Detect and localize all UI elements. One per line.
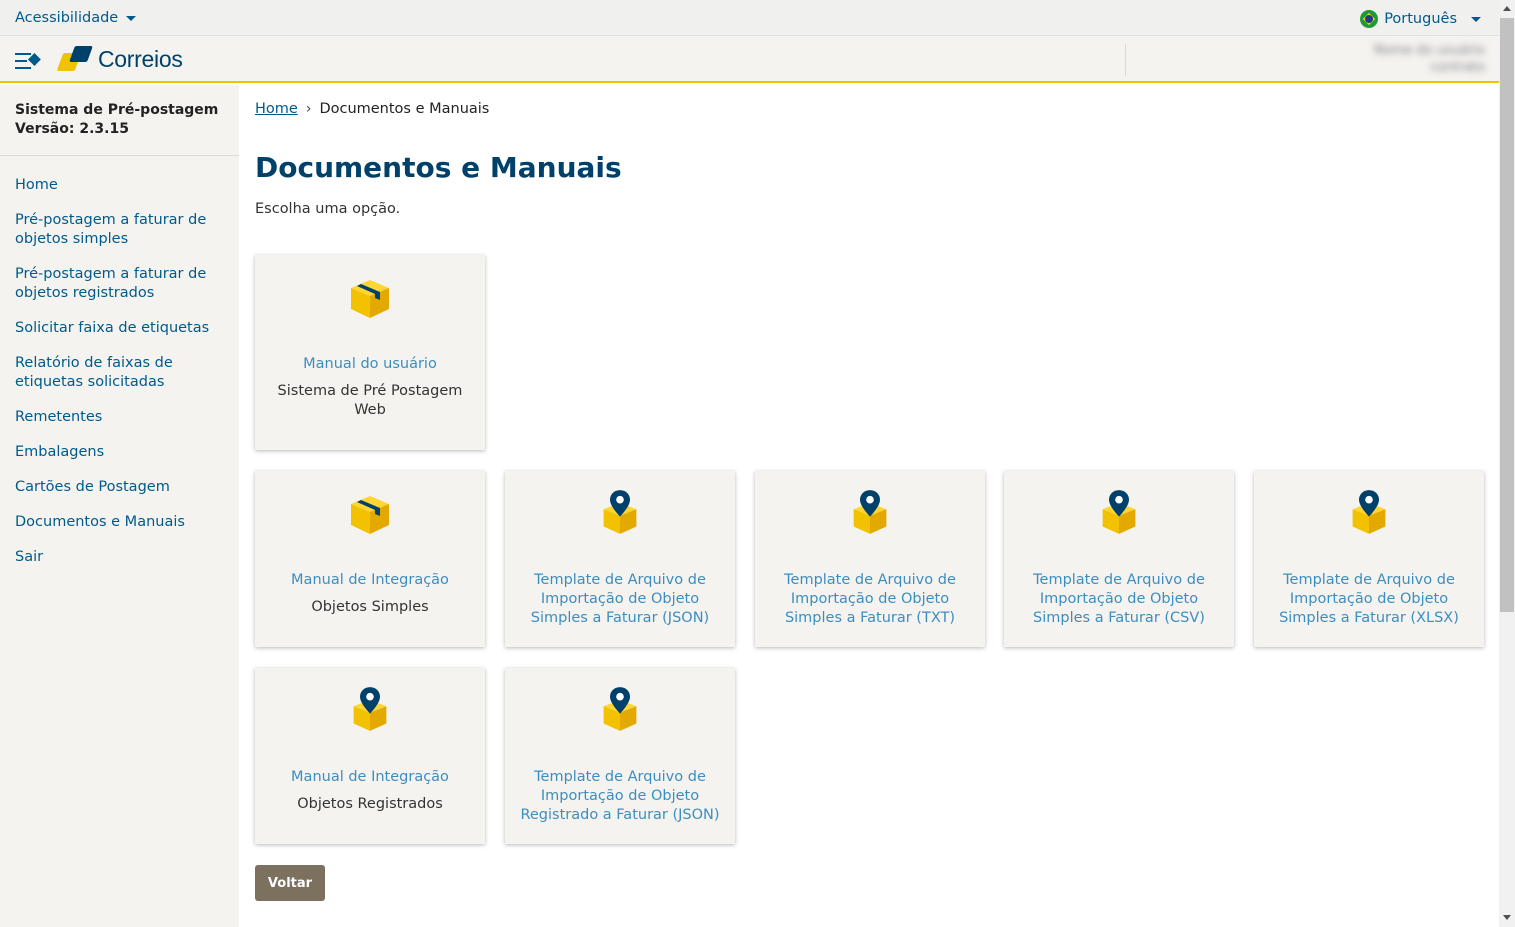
scroll-down-icon[interactable] bbox=[1503, 915, 1511, 920]
card-description: Objetos Simples bbox=[311, 599, 429, 615]
user-contract: contrato bbox=[1430, 60, 1485, 75]
box-icon bbox=[348, 276, 392, 320]
card-description: Sistema de Pré Postagem Web bbox=[277, 383, 463, 418]
box-icon bbox=[348, 492, 392, 536]
correios-logo-icon bbox=[56, 45, 94, 73]
location-box-icon bbox=[600, 488, 640, 536]
card-manual-integracao-registrados[interactable]: Manual de Integração Objetos Registrados bbox=[255, 668, 485, 844]
location-box-icon bbox=[1099, 488, 1139, 536]
chevron-down-icon bbox=[126, 15, 137, 21]
page-subtitle: Escolha uma opção. bbox=[255, 201, 401, 217]
scrollbar-thumb[interactable] bbox=[1500, 18, 1514, 612]
breadcrumb-current: Documentos e Manuais bbox=[319, 101, 490, 117]
sidebar-item-home[interactable]: Home bbox=[0, 176, 239, 195]
card-manual-integracao-simples[interactable]: Manual de Integração Objetos Simples bbox=[255, 471, 485, 647]
location-box-icon bbox=[1349, 488, 1389, 536]
card-title: Manual de Integração bbox=[291, 769, 449, 785]
sidebar-item-documentos[interactable]: Documentos e Manuais bbox=[0, 513, 239, 532]
card-title: Template de Arquivo de Importação de Obj… bbox=[530, 572, 710, 626]
breadcrumb-home-link[interactable]: Home bbox=[255, 101, 298, 117]
sidebar-item-pre-postagem-registrados[interactable]: Pré-postagem a faturar de objetos regist… bbox=[0, 265, 239, 303]
card-title: Template de Arquivo de Importação de Obj… bbox=[520, 769, 720, 823]
sidebar-item-pre-postagem-simples[interactable]: Pré-postagem a faturar de objetos simple… bbox=[0, 211, 239, 249]
card-template-simples-json[interactable]: Template de Arquivo de Importação de Obj… bbox=[505, 471, 735, 647]
system-name: Sistema de Pré-postagem bbox=[15, 102, 219, 118]
card-title: Template de Arquivo de Importação de Obj… bbox=[1033, 572, 1205, 626]
user-name: Nome do usuário bbox=[1374, 43, 1485, 58]
card-template-registrado-json[interactable]: Template de Arquivo de Importação de Obj… bbox=[505, 668, 735, 844]
header-divider bbox=[1125, 44, 1126, 76]
sidebar-nav: Home Pré-postagem a faturar de objetos s… bbox=[0, 156, 239, 567]
card-template-simples-xlsx[interactable]: Template de Arquivo de Importação de Obj… bbox=[1254, 471, 1484, 647]
sidebar-item-relatorio-faixas[interactable]: Relatório de faixas de etiquetas solicit… bbox=[0, 354, 239, 392]
location-box-icon bbox=[350, 685, 390, 733]
correios-logo[interactable]: Correios bbox=[56, 45, 183, 73]
chevron-down-icon bbox=[1471, 16, 1481, 22]
language-dropdown[interactable]: Português bbox=[1360, 10, 1481, 28]
card-template-simples-csv[interactable]: Template de Arquivo de Importação de Obj… bbox=[1004, 471, 1234, 647]
app-header: Correios Nome do usuário contrato bbox=[0, 36, 1499, 83]
card-manual-usuario[interactable]: Manual do usuário Sistema de Pré Postage… bbox=[255, 255, 485, 450]
sidebar-item-solicitar-faixa[interactable]: Solicitar faixa de etiquetas bbox=[0, 319, 239, 338]
accessibility-label: Acessibilidade bbox=[15, 10, 119, 26]
card-description: Objetos Registrados bbox=[297, 796, 443, 812]
page-title: Documentos e Manuais bbox=[255, 151, 622, 184]
logo-text: Correios bbox=[98, 45, 183, 72]
system-info: Sistema de Pré-postagem Versão: 2.3.15 bbox=[0, 85, 239, 156]
chevron-right-icon: › bbox=[305, 101, 312, 117]
card-title: Template de Arquivo de Importação de Obj… bbox=[784, 572, 956, 626]
card-template-simples-txt[interactable]: Template de Arquivo de Importação de Obj… bbox=[755, 471, 985, 647]
user-info-blurred: Nome do usuário contrato bbox=[1140, 42, 1485, 78]
page-scrollbar[interactable] bbox=[1499, 0, 1515, 927]
card-title: Manual de Integração bbox=[291, 572, 449, 588]
accessibility-dropdown[interactable]: Acessibilidade bbox=[15, 10, 137, 26]
sidebar: Sistema de Pré-postagem Versão: 2.3.15 H… bbox=[0, 85, 239, 927]
back-button[interactable]: Voltar bbox=[255, 865, 325, 901]
sidebar-item-remetentes[interactable]: Remetentes bbox=[0, 408, 239, 427]
breadcrumb: Home › Documentos e Manuais bbox=[255, 101, 489, 117]
system-version: Versão: 2.3.15 bbox=[15, 121, 129, 137]
sidebar-item-embalagens[interactable]: Embalagens bbox=[0, 443, 239, 462]
card-title: Manual do usuário bbox=[303, 356, 437, 372]
sidebar-item-sair[interactable]: Sair bbox=[0, 548, 239, 567]
location-box-icon bbox=[600, 685, 640, 733]
accessibility-bar: Acessibilidade Português bbox=[0, 0, 1499, 36]
sidebar-item-cartoes[interactable]: Cartões de Postagem bbox=[0, 478, 239, 497]
brazil-flag-icon bbox=[1360, 10, 1379, 28]
card-title: Template de Arquivo de Importação de Obj… bbox=[1279, 572, 1459, 626]
language-label: Português bbox=[1384, 11, 1457, 27]
scroll-up-icon[interactable] bbox=[1503, 6, 1511, 11]
location-box-icon bbox=[850, 488, 890, 536]
menu-toggle-icon[interactable] bbox=[15, 52, 41, 70]
